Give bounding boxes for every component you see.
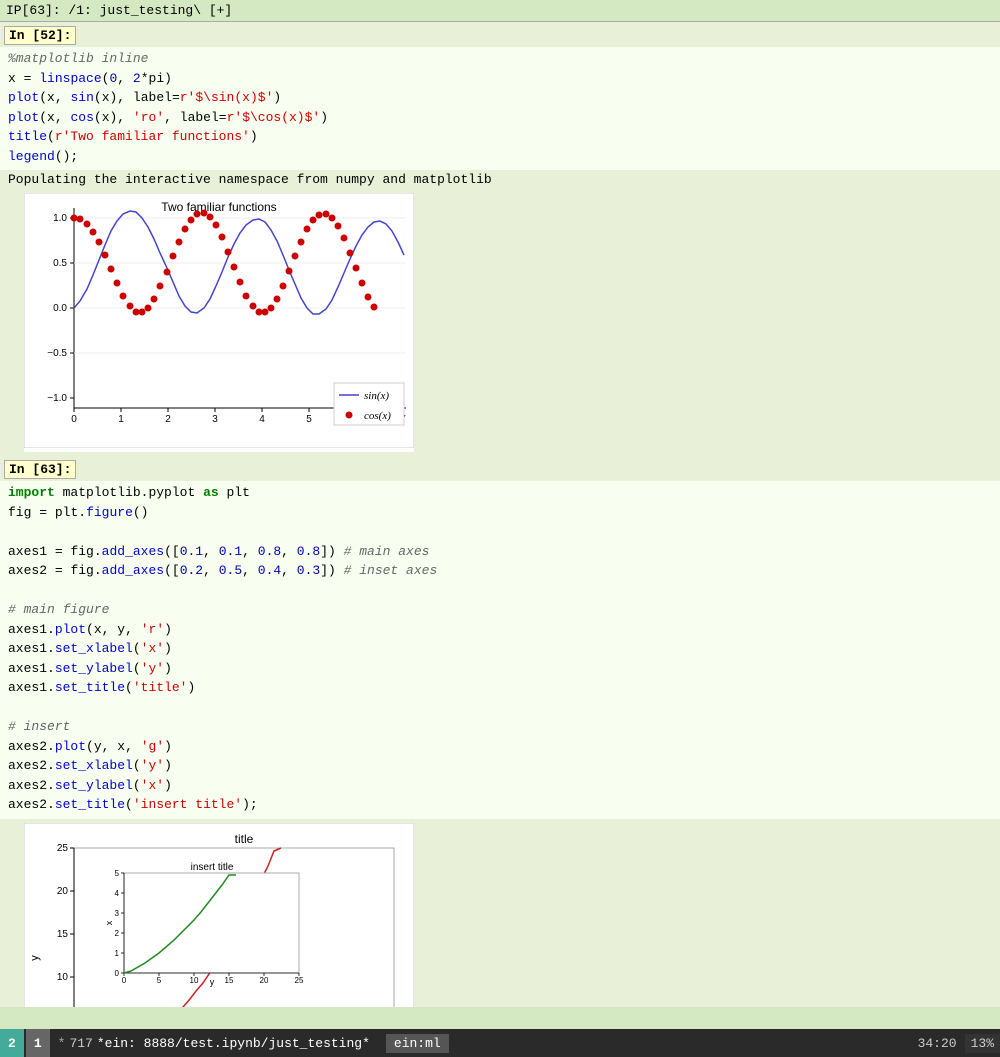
svg-text:10: 10 xyxy=(57,972,69,983)
status-indicator: * xyxy=(58,1036,66,1051)
svg-text:15: 15 xyxy=(225,976,234,985)
legend-sin-label: sin(x) xyxy=(364,390,389,402)
svg-text:1: 1 xyxy=(115,949,120,958)
cell-63-code[interactable]: import matplotlib.pyplot as plt fig = pl… xyxy=(0,481,1000,819)
sin-cos-plot: Two familiar functions 1.0 0.5 0.0 xyxy=(24,193,414,448)
ytick-1: 1.0 xyxy=(53,213,67,224)
title-bar: IP[63]: /1: just_testing\ [+] xyxy=(0,0,1000,22)
svg-text:10: 10 xyxy=(190,976,199,985)
svg-text:15: 15 xyxy=(57,929,69,940)
svg-text:4: 4 xyxy=(115,889,120,898)
svg-text:2: 2 xyxy=(115,929,120,938)
xtick-5: 5 xyxy=(306,414,312,425)
ytick-05: 0.5 xyxy=(53,258,67,269)
cell-52-code[interactable]: %matplotlib inline x = linspace(0, 2*pi)… xyxy=(0,47,1000,170)
cell-52: In [52]: %matplotlib inline x = linspace… xyxy=(0,22,1000,456)
title-text: IP[63]: /1: just_testing\ [+] xyxy=(6,3,232,18)
status-right: 34:20 xyxy=(918,1036,957,1051)
plot-2: title x y 0 1 2 3 xyxy=(24,823,414,1008)
notebook-content[interactable]: In [52]: %matplotlib inline x = linspace… xyxy=(0,22,1000,1007)
ytick-m05: −0.5 xyxy=(47,348,67,359)
svg-text:5: 5 xyxy=(157,976,162,985)
status-bar: 2 1 * 717 *ein: 8888/test.ipynb/just_tes… xyxy=(0,1029,1000,1057)
xtick-1: 1 xyxy=(118,414,124,425)
xtick-2: 2 xyxy=(165,414,171,425)
status-position: 34:20 xyxy=(918,1036,957,1051)
cell-52-output: Populating the interactive namespace fro… xyxy=(0,170,1000,189)
xtick-0: 0 xyxy=(71,414,77,425)
svg-text:3: 3 xyxy=(115,909,120,918)
axes-plot: title x y 0 1 2 3 xyxy=(24,823,414,1008)
plot2-inset-title: insert title xyxy=(191,862,234,873)
plot1-title: Two familiar functions xyxy=(161,200,276,214)
svg-text:5: 5 xyxy=(115,869,120,878)
cell-63: In [63]: import matplotlib.pyplot as plt… xyxy=(0,456,1000,1007)
cell-52-label[interactable]: In [52]: xyxy=(4,26,76,45)
svg-text:0: 0 xyxy=(122,976,127,985)
plot2-ylabel: y xyxy=(29,954,41,960)
plot2-inset-xlabel: y xyxy=(210,977,215,987)
status-cell-num1: 2 xyxy=(0,1029,24,1057)
svg-text:25: 25 xyxy=(57,843,69,854)
xtick-4: 4 xyxy=(259,414,265,425)
plot-1: Two familiar functions 1.0 0.5 0.0 xyxy=(24,193,414,452)
status-cell-num2: 1 xyxy=(26,1029,50,1057)
plot2-main-title: title xyxy=(235,832,254,846)
ytick-0: 0.0 xyxy=(53,303,67,314)
legend-cos-label: cos(x) xyxy=(364,410,391,422)
status-mode: ein:ml xyxy=(386,1034,449,1053)
ytick-m1: −1.0 xyxy=(47,393,67,404)
status-linecount: 717 xyxy=(69,1036,92,1051)
status-pct: 13% xyxy=(965,1034,1000,1053)
svg-text:20: 20 xyxy=(57,886,69,897)
status-file: *ein: 8888/test.ipynb/just_testing* xyxy=(97,1036,370,1051)
svg-text:0: 0 xyxy=(115,969,120,978)
svg-text:20: 20 xyxy=(260,976,269,985)
plot2-inset-ylabel: x xyxy=(104,920,114,925)
svg-text:25: 25 xyxy=(295,976,304,985)
xtick-3: 3 xyxy=(212,414,218,425)
cell-63-label[interactable]: In [63]: xyxy=(4,460,76,479)
